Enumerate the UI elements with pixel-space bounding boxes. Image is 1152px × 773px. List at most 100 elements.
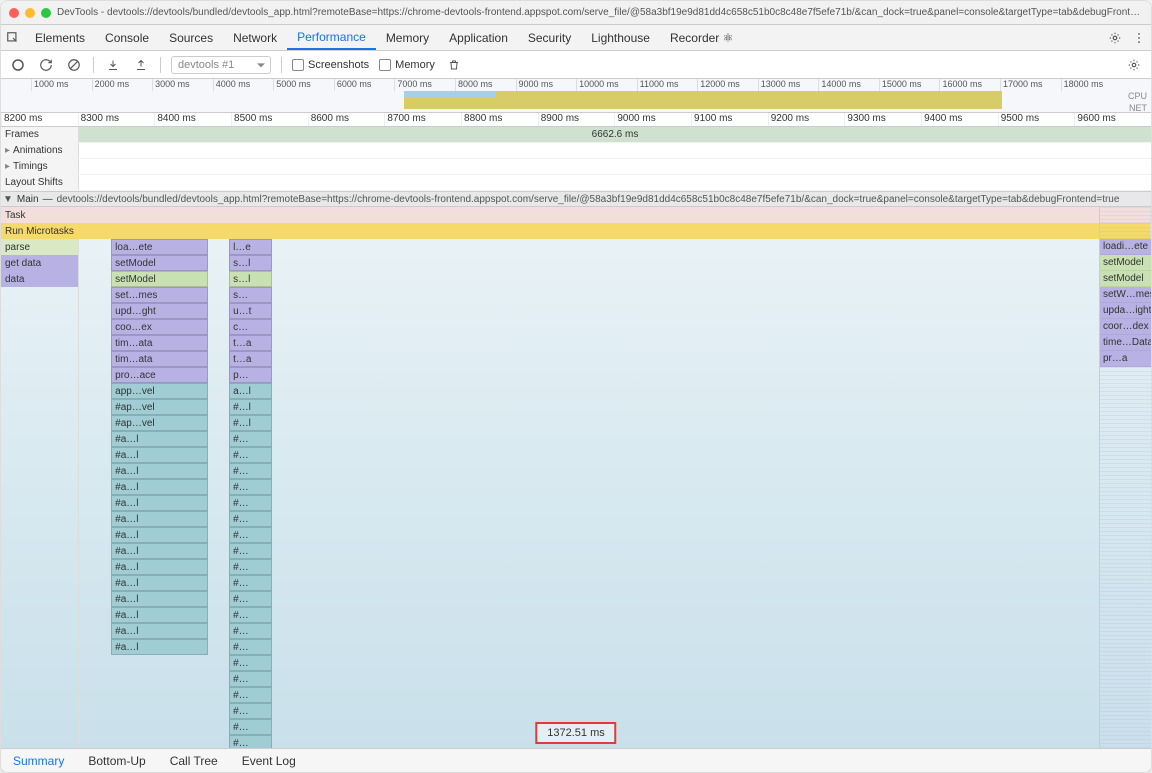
flame-bar[interactable]: s…l [229, 271, 272, 287]
flame-bar[interactable]: #… [229, 431, 272, 447]
flame-bar[interactable]: #… [229, 639, 272, 655]
timeline-ruler[interactable]: 8200 ms8300 ms8400 ms8500 ms8600 ms8700 … [1, 113, 1151, 127]
task-bar[interactable]: Task [1, 207, 1151, 223]
flame-bar[interactable]: setModel [111, 255, 207, 271]
flame-bar[interactable]: #a…l [111, 639, 207, 655]
flame-bar[interactable]: #… [229, 623, 272, 639]
tab-recorder[interactable]: Recorder ⚛ [660, 25, 743, 50]
garbage-collect-icon[interactable] [445, 56, 463, 74]
flame-bar[interactable]: #… [229, 719, 272, 735]
flame-bar[interactable]: #… [229, 559, 272, 575]
flame-bar[interactable]: #a…l [111, 543, 207, 559]
more-icon[interactable] [1127, 31, 1151, 45]
flame-right-tag[interactable]: setW…mes [1100, 287, 1151, 303]
flame-bar[interactable]: s…l [229, 255, 272, 271]
flame-bar[interactable]: #a…l [111, 431, 207, 447]
save-profile-icon[interactable] [132, 56, 150, 74]
flame-bar[interactable]: l…e [229, 239, 272, 255]
flame-right-tag[interactable]: upda…ight [1100, 303, 1151, 319]
memory-checkbox[interactable]: Memory [379, 59, 435, 71]
details-tab-bottomup[interactable]: Bottom-Up [76, 749, 157, 772]
flame-bar[interactable]: set…mes [111, 287, 207, 303]
details-tab-eventlog[interactable]: Event Log [230, 749, 308, 772]
layout-shifts-track[interactable]: Layout Shifts [1, 175, 1151, 191]
record-icon[interactable] [9, 56, 27, 74]
flame-bar[interactable]: a…l [229, 383, 272, 399]
flame-bar[interactable]: #… [229, 671, 272, 687]
flame-right-tag[interactable]: coor…dex [1100, 319, 1151, 335]
flame-bar[interactable]: t…a [229, 335, 272, 351]
flame-bar[interactable]: #a…l [111, 495, 207, 511]
flame-bar[interactable]: #a…l [111, 447, 207, 463]
tab-console[interactable]: Console [95, 25, 159, 50]
flame-bar[interactable]: #a…l [111, 559, 207, 575]
flame-bar[interactable]: #a…l [111, 623, 207, 639]
tab-elements[interactable]: Elements [25, 25, 95, 50]
flame-right-tag[interactable]: setModel [1100, 271, 1151, 287]
flame-bar[interactable]: #ap…vel [111, 399, 207, 415]
tab-network[interactable]: Network [223, 25, 287, 50]
flame-right-tag[interactable]: loadi…ete [1100, 239, 1151, 255]
flame-bar[interactable]: upd…ght [111, 303, 207, 319]
tab-sources[interactable]: Sources [159, 25, 223, 50]
flame-bar[interactable]: #…l [229, 415, 272, 431]
flame-right-tag[interactable]: time…Data [1100, 335, 1151, 351]
tab-security[interactable]: Security [518, 25, 581, 50]
long-frame[interactable]: 6662.6 ms [79, 127, 1151, 142]
flame-bar[interactable]: tim…ata [111, 335, 207, 351]
flame-right-tag[interactable]: setModel [1100, 255, 1151, 271]
flame-bar[interactable]: coo…ex [111, 319, 207, 335]
tab-memory[interactable]: Memory [376, 25, 439, 50]
timeline-overview[interactable]: 1000 ms2000 ms3000 ms4000 ms5000 ms6000 … [1, 79, 1151, 113]
capture-settings-icon[interactable] [1125, 56, 1143, 74]
flame-bar[interactable]: #a…l [111, 511, 207, 527]
flame-bar[interactable]: tim…ata [111, 351, 207, 367]
flame-bar[interactable]: #… [229, 607, 272, 623]
settings-icon[interactable] [1103, 31, 1127, 45]
maximize-icon[interactable] [41, 8, 51, 18]
main-thread-header[interactable]: ▼ Main — devtools://devtools/bundled/dev… [1, 191, 1151, 207]
flame-bar[interactable]: #a…l [111, 527, 207, 543]
flame-bar[interactable]: #… [229, 687, 272, 703]
reload-icon[interactable] [37, 56, 55, 74]
flame-bar[interactable]: #… [229, 527, 272, 543]
flame-bar[interactable]: loa…ete [111, 239, 207, 255]
flame-bar[interactable]: #… [229, 655, 272, 671]
flame-bar[interactable]: #… [229, 463, 272, 479]
flame-bar[interactable]: #… [229, 703, 272, 719]
tab-application[interactable]: Application [439, 25, 518, 50]
flame-bar[interactable]: p… [229, 367, 272, 383]
flame-bar[interactable]: t…a [229, 351, 272, 367]
flame-chart[interactable]: Task Run Microtasks parseloa…etel…eget d… [1, 207, 1151, 748]
profile-selector[interactable]: devtools #1 [171, 56, 271, 74]
load-profile-icon[interactable] [104, 56, 122, 74]
flame-bar[interactable]: s… [229, 287, 272, 303]
frames-track[interactable]: Frames 6662.6 ms [1, 127, 1151, 143]
clear-icon[interactable] [65, 56, 83, 74]
flame-bar[interactable]: #… [229, 479, 272, 495]
inspect-icon[interactable] [1, 31, 25, 45]
details-tab-summary[interactable]: Summary [1, 749, 76, 772]
flame-bar[interactable]: pro…ace [111, 367, 207, 383]
flame-bar[interactable]: #a…l [111, 607, 207, 623]
timings-track[interactable]: ▸Timings [1, 159, 1151, 175]
flame-bar[interactable]: app…vel [111, 383, 207, 399]
flame-bar[interactable]: #…l [229, 399, 272, 415]
tab-lighthouse[interactable]: Lighthouse [581, 25, 660, 50]
details-tab-calltree[interactable]: Call Tree [158, 749, 230, 772]
flame-bar[interactable]: u…t [229, 303, 272, 319]
close-icon[interactable] [9, 8, 19, 18]
flame-bar[interactable]: #… [229, 495, 272, 511]
flame-bar[interactable]: #a…l [111, 575, 207, 591]
flame-right-tag[interactable]: pr…a [1100, 351, 1151, 367]
flame-bar[interactable]: #a…l [111, 591, 207, 607]
screenshots-checkbox[interactable]: Screenshots [292, 59, 369, 71]
microtasks-bar[interactable]: Run Microtasks [1, 223, 1151, 239]
animations-track[interactable]: ▸Animations [1, 143, 1151, 159]
flame-bar[interactable]: c… [229, 319, 272, 335]
flame-bar[interactable]: #ap…vel [111, 415, 207, 431]
flame-bar[interactable]: #… [229, 447, 272, 463]
flame-bar[interactable]: #a…l [111, 463, 207, 479]
flame-bar[interactable]: #… [229, 735, 272, 748]
flame-bar[interactable]: #… [229, 591, 272, 607]
